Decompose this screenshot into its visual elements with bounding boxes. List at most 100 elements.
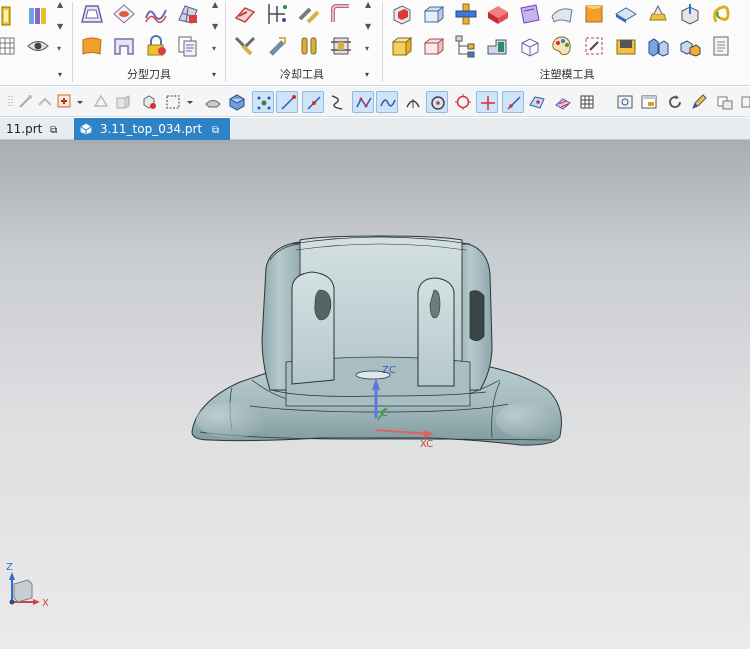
hand-tool-icon[interactable] [646,2,670,26]
tab-11-prt[interactable]: 11.prt ⧉ [0,118,70,140]
mesh-surface-icon[interactable] [176,2,200,26]
document-tabs: 11.prt ⧉ 3.11_top_034.prt ⧉ ✕ [0,118,750,160]
triad-z-label: Z [6,562,13,573]
show-solid-icon[interactable] [202,91,224,113]
yellow-box-icon[interactable] [390,34,414,58]
snap-point-icon[interactable] [14,91,36,113]
spline-point-icon[interactable] [376,91,398,113]
arc-center-icon[interactable] [426,91,448,113]
channel-layout-icon[interactable] [265,2,289,26]
end-point-icon[interactable] [276,91,298,113]
group-dropdown[interactable]: ▾ [58,70,62,79]
refresh-icon[interactable] [664,91,686,113]
plugs-icon[interactable] [297,34,321,58]
select-dropdown[interactable] [184,91,194,113]
orange-sheet-icon[interactable] [582,2,606,26]
pipe-bend-icon[interactable] [329,2,353,26]
ribbon-scroll[interactable]: ▲ ▼ ▾ [56,0,66,60]
bracket-icon[interactable] [0,4,24,28]
sheet-face-icon[interactable] [550,2,574,26]
select-feature-icon[interactable] [90,91,112,113]
group-label: 分型刀具 [127,68,171,81]
palette-icon[interactable] [550,34,574,58]
group-dropdown[interactable]: ▾ [212,70,216,79]
parting-curve-icon[interactable] [144,2,168,26]
graphics-viewport[interactable]: ZC C XC Z X [0,140,750,649]
mid-point-icon[interactable] [302,91,324,113]
zc-label: ZC [382,365,396,376]
view-triad [9,572,40,605]
tab-3-11-top-034-prt[interactable]: 3.11_top_034.prt ⧉ ✕ [74,118,230,160]
tree-icon[interactable] [454,34,478,58]
diamond-face-icon[interactable] [112,2,136,26]
select-body-icon[interactable] [112,91,134,113]
ribbon-group-cooling-tools: ▲ ▼ ▾ 冷却工具 ▾ [227,0,377,86]
cube-arrow-icon[interactable] [678,2,702,26]
ribbon-scroll[interactable]: ▲ ▼ ▾ [364,0,374,60]
orange-patch-icon[interactable] [80,34,104,58]
tray-icon[interactable] [614,34,638,58]
bounded-grid-icon[interactable] [552,91,574,113]
more-tools-icon[interactable] [738,91,750,113]
pink-box-icon[interactable] [422,34,446,58]
wire-cube-icon[interactable] [518,34,542,58]
purple-patch-icon[interactable] [518,2,542,26]
filter-dropdown[interactable] [74,91,84,113]
plate-icon[interactable] [614,2,638,26]
selection-toolbar [0,87,750,117]
grid-table-icon[interactable] [0,34,24,58]
quadrant-point-icon[interactable] [452,91,474,113]
frame-select-icon[interactable] [582,34,606,58]
bars-icon[interactable] [26,4,50,28]
select-face-icon[interactable] [138,91,160,113]
filter-type-icon[interactable] [54,91,76,113]
red-solid-icon[interactable] [486,2,510,26]
extend-channel-icon[interactable] [265,34,289,58]
shaded-cube-icon[interactable] [226,91,248,113]
snap-arrow-icon[interactable] [34,91,56,113]
edit-pencil-icon[interactable] [688,91,710,113]
document-list-icon[interactable] [710,34,734,58]
view-window-icon[interactable] [638,91,660,113]
rectangle-select-icon[interactable] [162,91,184,113]
tab-label: 11.prt [6,122,43,136]
ribbon-group-mold-tools: 注塑模工具 [384,0,750,86]
part-model[interactable] [0,140,750,649]
fitting-icon[interactable] [233,34,257,58]
ribbon: ▲ ▼ ▾ ▾ ▲ ▼ ▾ 分型刀具 ▾ ▲ ▼ ▾ 冷却工具 ▾ 注塑模工具 [0,0,750,86]
tab-label: 3.11_top_034.prt [99,122,203,136]
ribbon-separator [225,2,226,82]
modified-icon: ⧉ [50,125,58,136]
cooling-channel-icon[interactable] [233,2,257,26]
ribbon-scroll[interactable]: ▲ ▼ ▾ [211,0,221,60]
intersection-point-icon[interactable] [476,91,498,113]
copy-sheets-icon[interactable] [176,34,200,58]
baffle-icon[interactable] [329,34,353,58]
fit-view-icon[interactable] [614,91,636,113]
group-dropdown[interactable]: ▾ [365,70,369,79]
part-file-icon [80,120,92,135]
layer-icon[interactable] [714,91,736,113]
cube-group-icon[interactable] [678,34,702,58]
right-boss [417,277,455,387]
ribbon-group-parting-tools: ▲ ▼ ▾ 分型刀具 ▾ [74,0,224,86]
trapezoid-surface-icon[interactable] [80,2,104,26]
control-point-icon[interactable] [352,91,374,113]
grid-select-icon[interactable] [576,91,598,113]
modified-icon: ⧉ [212,125,220,136]
blue-pillars-icon[interactable] [646,34,670,58]
block-cut-icon[interactable] [112,34,136,58]
connect-channel-icon[interactable] [297,2,321,26]
red-cube-icon[interactable] [390,2,414,26]
curve-point-icon[interactable] [326,91,348,113]
box-icon[interactable] [422,2,446,26]
lock-gradient-icon[interactable] [144,34,168,58]
arc-point-icon[interactable] [402,91,424,113]
cross-join-icon[interactable] [454,2,478,26]
eye-icon[interactable] [26,34,50,58]
point-on-curve-icon[interactable] [502,91,524,113]
step-solid-icon[interactable] [486,34,510,58]
point-on-surface-icon[interactable] [526,91,548,113]
snap-grid-icon[interactable] [252,91,274,113]
loop-icon[interactable] [710,2,734,26]
